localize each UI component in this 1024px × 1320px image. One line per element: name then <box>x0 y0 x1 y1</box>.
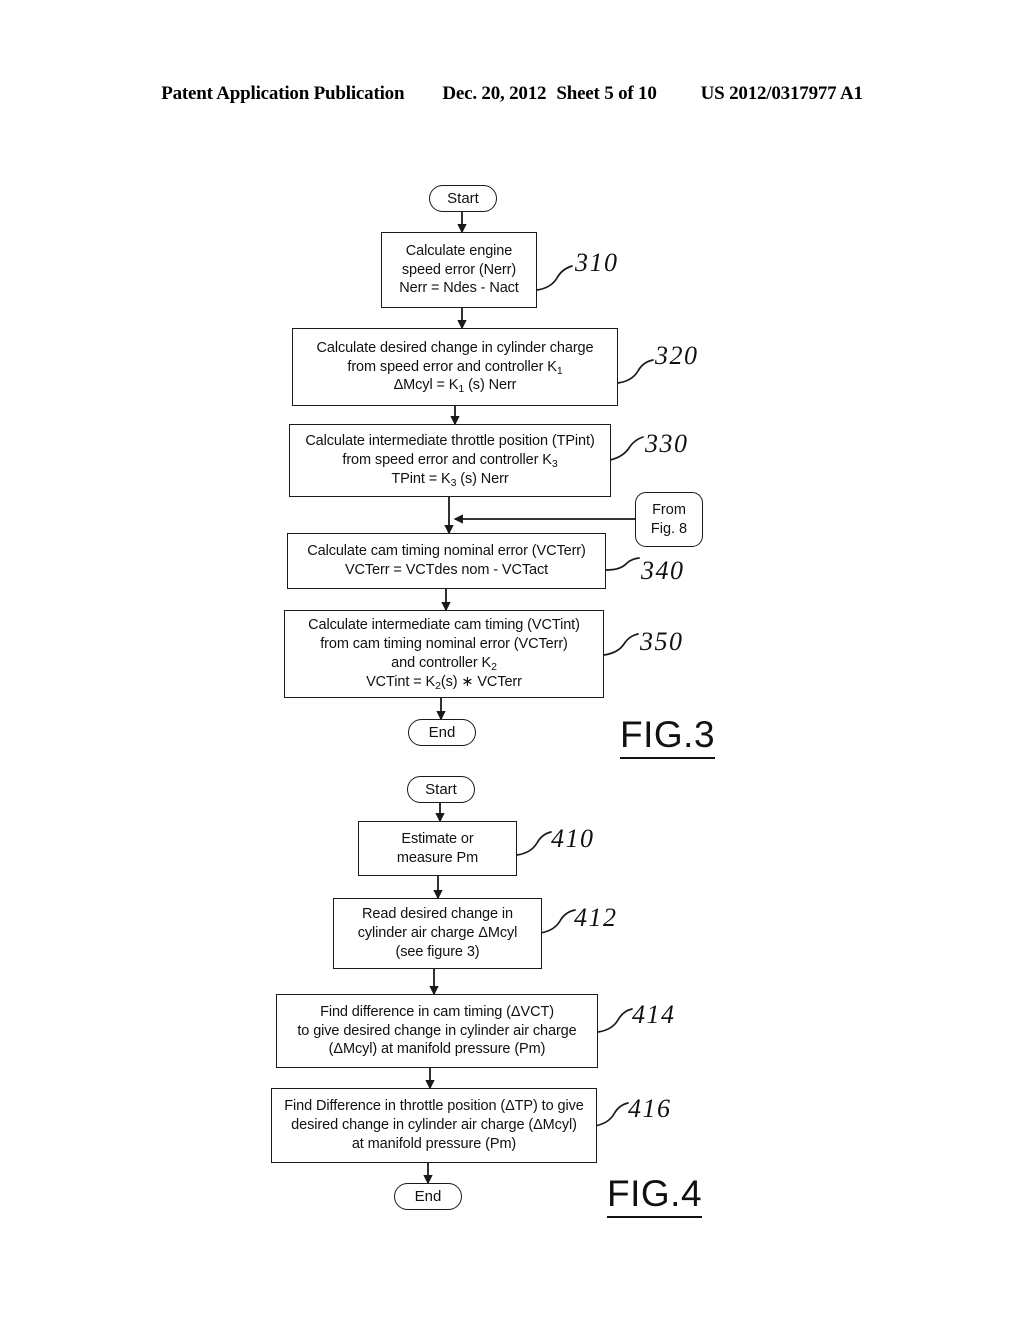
fig4-step-414-line-1: Find difference in cam timing (ΔVCT) <box>320 1003 554 1020</box>
fig4-step-412: Read desired change in cylinder air char… <box>333 898 542 969</box>
fig4-step-410-line-2: measure Pm <box>396 849 479 866</box>
fig4-step-414: Find difference in cam timing (ΔVCT) to … <box>276 994 598 1068</box>
fig4-start-terminal: Start <box>407 776 475 803</box>
fig3-refnum-330: 330 <box>645 429 689 458</box>
fig4-step-414-line-2: to give desired change in cylinder air c… <box>297 1022 577 1039</box>
fig3-caption-text: FIG.3 <box>620 714 716 755</box>
fig3-step-320-line-2: from speed error and controller K1 <box>347 358 563 377</box>
fig3-end-terminal: End <box>408 719 476 746</box>
fig4-step-414-line-3: (ΔMcyl) at manifold pressure (Pm) <box>328 1041 546 1058</box>
fig3-start-label: Start <box>447 190 479 207</box>
fig4-step-412-line-1: Read desired change in <box>362 906 513 923</box>
fig3-step-350: Calculate intermediate cam timing (VCTin… <box>284 610 604 698</box>
fig4-caption: FIG.4 <box>607 1173 703 1219</box>
fig3-step-320-line-3: ΔMcyl = K1 (s) Nerr <box>393 377 517 396</box>
fig4-refnum-416: 416 <box>628 1094 672 1123</box>
fig3-offpage-connector-from-fig8: From Fig. 8 <box>635 492 703 547</box>
fig3-step-320: Calculate desired change in cylinder cha… <box>292 328 618 406</box>
fig3-step-330-line-2: from speed error and controller K3 <box>342 452 558 471</box>
fig3-step-330-line-1: Calculate intermediate throttle position… <box>305 433 595 450</box>
fig4-step-416-line-2: desired change in cylinder air charge (Δ… <box>291 1117 577 1134</box>
fig3-caption: FIG.3 <box>620 714 716 760</box>
fig3-step-330: Calculate intermediate throttle position… <box>289 424 611 497</box>
fig4-caption-text: FIG.4 <box>607 1173 703 1214</box>
fig3-step-350-line-3: and controller K2 <box>391 655 497 673</box>
fig3-step-310-line-2: speed error (Nerr) <box>401 261 517 278</box>
fig3-step-310-line-3: Nerr = Ndes - Nact <box>399 280 519 297</box>
fig3-step-320-line-1: Calculate desired change in cylinder cha… <box>316 339 594 356</box>
fig3-start-terminal: Start <box>429 185 497 212</box>
fig4-refnum-412: 412 <box>574 903 618 932</box>
fig3-step-340-line-2: VCTerr = VCTdes nom - VCTact <box>344 562 549 578</box>
fig3-step-310: Calculate engine speed error (Nerr) Nerr… <box>381 232 537 308</box>
fig3-step-310-line-1: Calculate engine <box>405 242 513 259</box>
fig4-step-410: Estimate or measure Pm <box>358 821 517 876</box>
fig3-end-label: End <box>428 724 456 741</box>
fig3-step-340-line-1: Calculate cam timing nominal error (VCTe… <box>307 543 586 560</box>
fig4-step-416-line-3: at manifold pressure (Pm) <box>351 1135 517 1152</box>
fig3-step-330-line-3: TPint = K3 (s) Nerr <box>391 470 509 489</box>
fig3-step-350-line-4: VCTint = K2(s) ∗ VCTerr <box>366 673 522 692</box>
fig3-connector-line-2: Fig. 8 <box>650 520 688 537</box>
fig4-start-label: Start <box>425 781 457 798</box>
fig3-refnum-350: 350 <box>640 627 684 656</box>
fig4-step-416-line-1: Find Difference in throttle position (ΔT… <box>284 1098 584 1115</box>
fig4-refnum-410: 410 <box>551 824 595 853</box>
fig4-step-410-line-1: Estimate or <box>401 830 474 847</box>
fig4-end-label: End <box>414 1188 442 1205</box>
fig3-step-350-line-2: from cam timing nominal error (VCTerr) <box>320 636 568 653</box>
fig3-connector-line-1: From <box>652 501 686 518</box>
fig4-step-412-line-3: (see figure 3) <box>395 943 480 960</box>
fig4-step-412-line-2: cylinder air charge ΔMcyl <box>357 925 518 942</box>
fig3-caption-underline <box>620 757 716 760</box>
fig3-step-340: Calculate cam timing nominal error (VCTe… <box>287 533 606 589</box>
fig3-refnum-310: 310 <box>575 248 619 277</box>
fig4-caption-underline <box>607 1216 703 1219</box>
fig3-refnum-340: 340 <box>641 556 685 585</box>
fig3-refnum-320: 320 <box>655 341 699 370</box>
fig3-step-350-line-1: Calculate intermediate cam timing (VCTin… <box>308 617 580 634</box>
fig4-end-terminal: End <box>394 1183 462 1210</box>
fig4-refnum-414: 414 <box>632 1000 676 1029</box>
fig4-step-416: Find Difference in throttle position (ΔT… <box>271 1088 597 1163</box>
